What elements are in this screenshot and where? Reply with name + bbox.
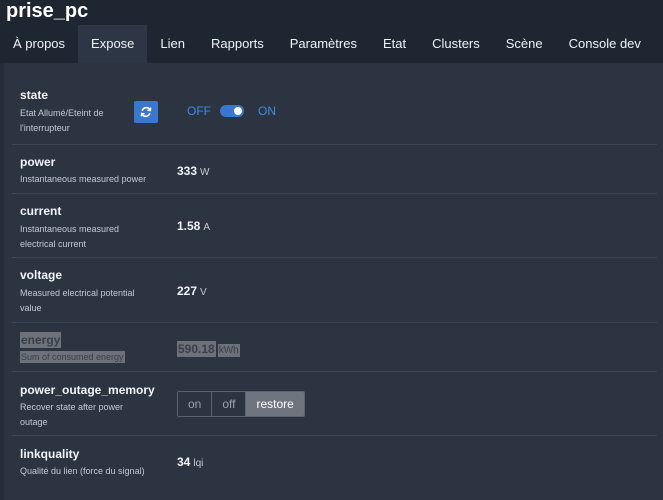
state-toggle-group: OFF ON xyxy=(187,104,276,118)
on-label[interactable]: ON xyxy=(258,104,276,118)
energy-number: 590.18 xyxy=(177,341,216,357)
option-restore[interactable]: restore xyxy=(246,392,304,416)
linkquality-desc: Qualité du lien (force du signal) xyxy=(20,466,145,476)
top-bar: prise_pc À propos Expose Lien Rapports P… xyxy=(0,0,663,63)
tab-bar: À propos Expose Lien Rapports Paramètres… xyxy=(0,25,654,63)
voltage-number: 227 xyxy=(177,284,198,298)
energy-unit: kWh xyxy=(217,344,240,357)
power-outage-memory-selector: on off restore xyxy=(177,391,305,417)
linkquality-unit: lqi xyxy=(193,458,204,469)
voltage-row: voltage Measured electrical potential va… xyxy=(12,258,657,323)
power-outage-memory-row: power_outage_memory Recover state after … xyxy=(12,372,657,436)
voltage-desc: Measured electrical potential value xyxy=(20,288,135,313)
refresh-button[interactable] xyxy=(134,101,158,123)
expose-panel: state Etat Allumé/Eteint de l'interrupte… xyxy=(4,63,663,500)
tab-clusters[interactable]: Clusters xyxy=(419,25,493,63)
tab-about[interactable]: À propos xyxy=(0,25,78,63)
power-outage-memory-name: power_outage_memory xyxy=(20,383,155,397)
power-label: power Instantaneous measured power xyxy=(20,155,170,187)
state-desc: Etat Allumé/Eteint de l'interrupteur xyxy=(20,108,104,133)
energy-name: energy xyxy=(20,332,62,348)
current-desc: Instantaneous measured electrical curren… xyxy=(20,224,120,249)
linkquality-number: 34 xyxy=(177,455,191,469)
power-name: power xyxy=(20,155,56,169)
energy-label: energy Sum of consumed energy xyxy=(20,332,170,365)
option-on[interactable]: on xyxy=(178,392,213,416)
tab-dev-console[interactable]: Console dev xyxy=(556,25,654,63)
off-label[interactable]: OFF xyxy=(187,104,211,118)
power-outage-memory-desc: Recover state after power outage xyxy=(20,402,124,427)
option-off[interactable]: off xyxy=(212,392,247,416)
energy-value: 590.18 kWh xyxy=(177,341,240,357)
power-value: 333 W xyxy=(177,164,209,178)
current-row: current Instantaneous measured electrica… xyxy=(12,194,657,258)
linkquality-name: linkquality xyxy=(20,447,80,461)
linkquality-row: linkquality Qualité du lien (force du si… xyxy=(12,436,657,488)
power-outage-memory-label: power_outage_memory Recover state after … xyxy=(20,383,170,430)
current-number: 1.58 xyxy=(177,219,201,233)
tab-state[interactable]: Etat xyxy=(370,25,419,63)
power-number: 333 xyxy=(177,164,198,178)
energy-desc: Sum of consumed energy xyxy=(20,351,125,363)
refresh-icon xyxy=(140,106,152,118)
linkquality-label: linkquality Qualité du lien (force du si… xyxy=(20,447,170,479)
voltage-value: 227 V xyxy=(177,284,207,298)
tab-expose[interactable]: Expose xyxy=(78,25,148,63)
voltage-name: voltage xyxy=(20,268,63,282)
tab-scene[interactable]: Scène xyxy=(493,25,556,63)
power-desc: Instantaneous measured power xyxy=(20,174,147,184)
current-unit: A xyxy=(203,222,211,233)
voltage-label: voltage Measured electrical potential va… xyxy=(20,268,170,316)
power-row: power Instantaneous measured power 333 W xyxy=(12,145,657,194)
tab-link[interactable]: Lien xyxy=(147,25,198,63)
state-toggle[interactable] xyxy=(220,105,244,117)
voltage-unit: V xyxy=(200,287,207,298)
tab-settings[interactable]: Paramètres xyxy=(277,25,370,63)
current-label: current Instantaneous measured electrica… xyxy=(20,204,170,252)
device-title: prise_pc xyxy=(6,0,89,22)
tab-reports[interactable]: Rapports xyxy=(198,25,277,63)
linkquality-value: 34 lqi xyxy=(177,455,203,469)
power-unit: W xyxy=(200,167,210,178)
current-value: 1.58 A xyxy=(177,219,210,233)
current-name: current xyxy=(20,204,62,218)
state-row: state Etat Allumé/Eteint de l'interrupte… xyxy=(12,81,657,145)
energy-row: energy Sum of consumed energy 590.18 kWh xyxy=(12,323,657,372)
